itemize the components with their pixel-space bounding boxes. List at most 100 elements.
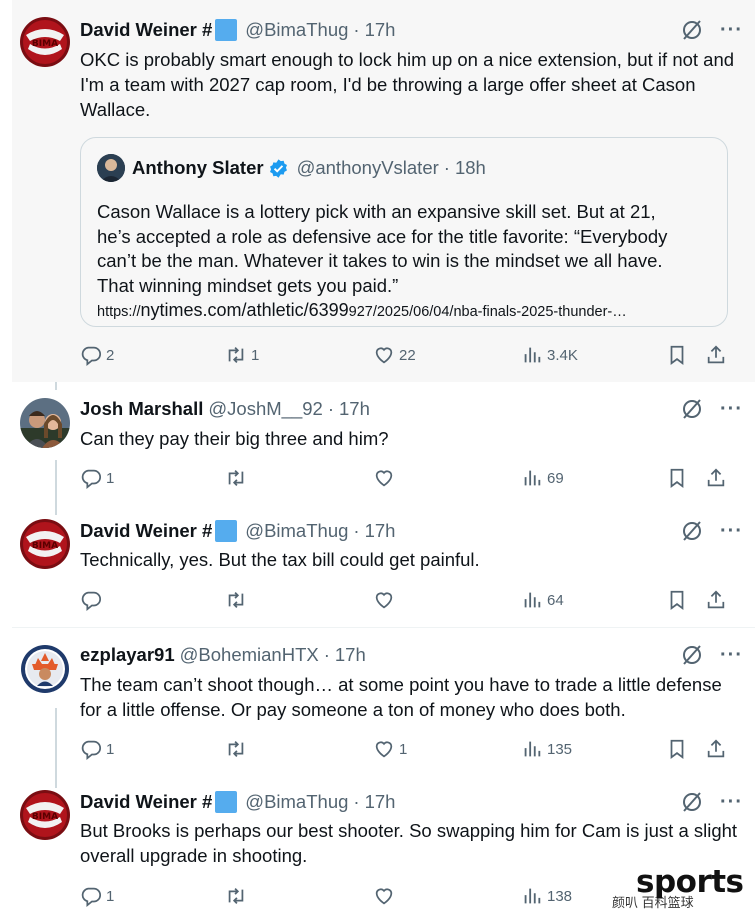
like-icon [375,592,393,609]
views-button[interactable]: 138 [521,883,572,909]
reply-icon [81,591,102,611]
link-domain: nytimes.com/athletic/6399 [140,300,349,321]
share-button[interactable] [705,587,727,613]
author-handle[interactable]: @BohemianHTX [180,644,319,666]
more-icon[interactable]: ··· [720,792,743,812]
link-path: 927/2025/06/04/nba-finals-2025-thunder-… [348,304,627,321]
author-name[interactable]: Josh Marshall [80,398,203,420]
avatar[interactable] [20,398,70,448]
tweet-header: David Weiner # @BimaThug · 17h ··· [80,520,743,542]
reply-count: 1 [106,469,115,487]
reply-icon [81,346,102,366]
timestamp[interactable]: 17h [365,19,396,41]
more-icon[interactable]: ··· [720,645,743,665]
quote-avatar[interactable] [97,154,125,182]
tweet-header: David Weiner # @BimaThug · 17h ··· [80,791,743,813]
like-button[interactable] [373,883,399,909]
avatar[interactable]: BIMA [20,790,70,840]
share-button[interactable] [705,465,727,491]
quote-tweet[interactable]: Anthony Slater @anthonyVslater · 18h Cas… [80,137,728,327]
bookmark-icon [670,590,684,610]
bookmark-button[interactable] [666,587,688,613]
tweet-header: Josh Marshall @JoshM__92 · 17h ··· [80,398,743,420]
repost-button[interactable] [225,465,251,491]
timestamp[interactable]: 17h [365,791,396,813]
author-handle[interactable]: @BimaThug [245,19,348,41]
share-button[interactable] [705,342,727,368]
author-name[interactable]: David Weiner # [80,520,212,542]
author-handle[interactable]: @BimaThug [245,791,348,813]
views-icon [524,592,541,608]
tweet-text: But Brooks is perhaps our best shooter. … [80,820,738,866]
more-icon[interactable]: ··· [720,399,743,419]
reply-button[interactable]: 1 [80,883,114,909]
author-name[interactable]: David Weiner # [80,791,212,813]
flag-emoji-icon [215,520,238,542]
repost-button[interactable] [225,587,251,613]
quote-text-line: Cason Wallace is a lottery pick with an … [97,201,656,222]
share-icon [707,468,725,487]
timestamp[interactable]: 17h [335,644,366,666]
views-button[interactable]: 69 [521,465,564,491]
like-button[interactable] [373,465,399,491]
separator-dot: · [353,19,360,40]
bookmark-button[interactable] [666,465,688,491]
author-name[interactable]: ezplayar91 [80,644,175,666]
like-icon [375,741,393,758]
like-button[interactable]: 1 [373,736,407,762]
quote-link[interactable]: https://nytimes.com/athletic/6399927/202… [97,298,713,325]
bookmark-button[interactable] [666,342,688,368]
grok-icon[interactable] [680,519,704,543]
like-icon [375,888,393,905]
reply-icon [81,740,102,760]
grok-icon[interactable] [680,397,704,421]
reply-button[interactable]: 1 [80,736,114,762]
avatar[interactable]: BIMA [20,519,70,569]
timestamp[interactable]: 17h [339,398,370,420]
quote-author-name[interactable]: Anthony Slater [132,157,264,179]
repost-count: 1 [251,346,260,364]
grok-icon[interactable] [680,18,704,42]
author-handle[interactable]: @BimaThug [245,520,348,542]
separator-dot: · [353,791,360,812]
timestamp[interactable]: 17h [365,520,396,542]
tweet-header: David Weiner # @BimaThug · 17h ··· [80,19,743,41]
reply-button[interactable] [80,587,106,613]
tweet-text: OKC is probably smart enough to lock him… [80,49,735,120]
watermark: sports 颜叭 百科篮球 [612,862,755,915]
author-handle[interactable]: @JoshM__92 [208,398,322,420]
action-bar: 1 69 [80,465,742,491]
grok-icon[interactable] [680,643,704,667]
like-button[interactable] [373,587,399,613]
reply-button[interactable]: 2 [80,342,114,368]
avatar[interactable]: BIMA [20,17,70,67]
views-button[interactable]: 3.4K [521,342,578,368]
reply-button[interactable]: 1 [80,465,114,491]
svg-text:BIMA: BIMA [32,812,58,822]
views-count: 135 [547,740,573,758]
quote-text: Cason Wallace is a lottery pick with an … [97,200,713,325]
more-icon[interactable]: ··· [720,521,743,541]
share-icon [707,739,725,758]
repost-button[interactable]: 1 [225,342,259,368]
author-name[interactable]: David Weiner # [80,19,212,41]
repost-icon [228,347,244,363]
repost-icon [228,592,244,608]
repost-button[interactable] [225,883,251,909]
quote-timestamp[interactable]: 18h [455,157,486,179]
views-button[interactable]: 135 [521,736,572,762]
tweet-text: Technically, yes. But the tax bill could… [80,549,480,570]
grok-icon[interactable] [680,790,704,814]
like-button[interactable]: 22 [373,342,416,368]
more-icon[interactable]: ··· [720,20,743,40]
bookmark-button[interactable] [666,736,688,762]
quote-author-handle[interactable]: @anthonyVslater [297,157,439,179]
svg-text:BIMA: BIMA [32,541,58,551]
repost-button[interactable] [225,736,251,762]
share-button[interactable] [705,736,727,762]
watermark-caption: 颜叭 百科篮球 [612,895,694,910]
action-bar: 2 1 22 3.4K [80,342,742,368]
svg-text:BIMA: BIMA [32,39,58,49]
views-button[interactable]: 64 [521,587,564,613]
avatar[interactable] [20,644,70,694]
